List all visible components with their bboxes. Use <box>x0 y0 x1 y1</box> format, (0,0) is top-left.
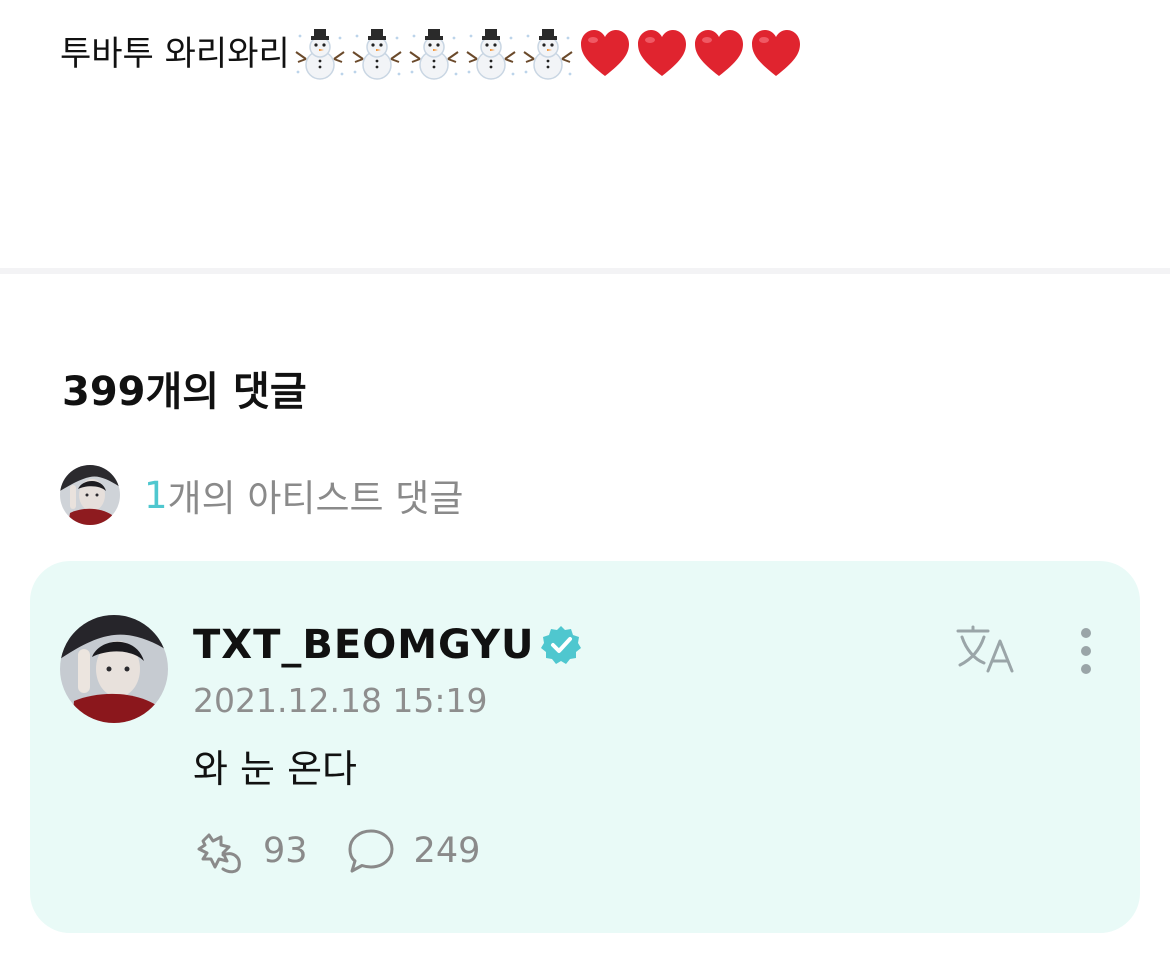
post-text: 투바투 와리와리 <box>60 24 805 84</box>
translate-button[interactable] <box>954 623 1020 675</box>
like-button[interactable]: 93 <box>193 827 308 875</box>
artist-comment-filter[interactable]: 1 개의 아티스트 댓글 <box>60 464 463 526</box>
snowman-icon <box>349 26 406 82</box>
heart-icon <box>577 26 634 82</box>
emoji-row <box>292 26 805 82</box>
comment-actions: 93 249 <box>193 825 516 877</box>
more-options-button[interactable] <box>1074 625 1098 677</box>
heart-icon <box>691 26 748 82</box>
section-divider <box>0 268 1170 274</box>
avatar[interactable] <box>60 615 168 723</box>
more-vertical-icon <box>1081 628 1091 674</box>
snowman-icon <box>406 26 463 82</box>
username-label: TXT_BEOMGYU <box>193 622 535 668</box>
cheer-icon <box>197 833 241 874</box>
verified-badge-icon <box>541 626 582 664</box>
snowman-icon <box>463 26 520 82</box>
heart-icon <box>748 26 805 82</box>
reply-count: 249 <box>413 831 481 871</box>
like-count: 93 <box>263 831 308 871</box>
post-text-label: 투바투 와리와리 <box>60 34 290 74</box>
reply-button[interactable]: 249 <box>344 827 481 875</box>
comment-body: 와 눈 온다 <box>193 747 357 791</box>
heart-icon <box>634 26 691 82</box>
snowman-icon <box>520 26 577 82</box>
artist-comment-count: 1 <box>144 473 168 517</box>
artist-comment-card: TXT_BEOMGYU 2021.12.18 15:19 와 눈 온다 93 2… <box>30 561 1140 933</box>
translate-icon <box>956 625 1014 673</box>
artist-avatar-small <box>60 465 120 525</box>
comment-author[interactable]: TXT_BEOMGYU <box>193 615 582 675</box>
artist-comment-label: 개의 아티스트 댓글 <box>167 477 464 520</box>
speech-bubble-icon <box>348 829 394 873</box>
snowman-icon <box>292 26 349 82</box>
comment-timestamp: 2021.12.18 15:19 <box>193 681 488 720</box>
comment-count-heading: 399개의 댓글 <box>62 369 307 415</box>
